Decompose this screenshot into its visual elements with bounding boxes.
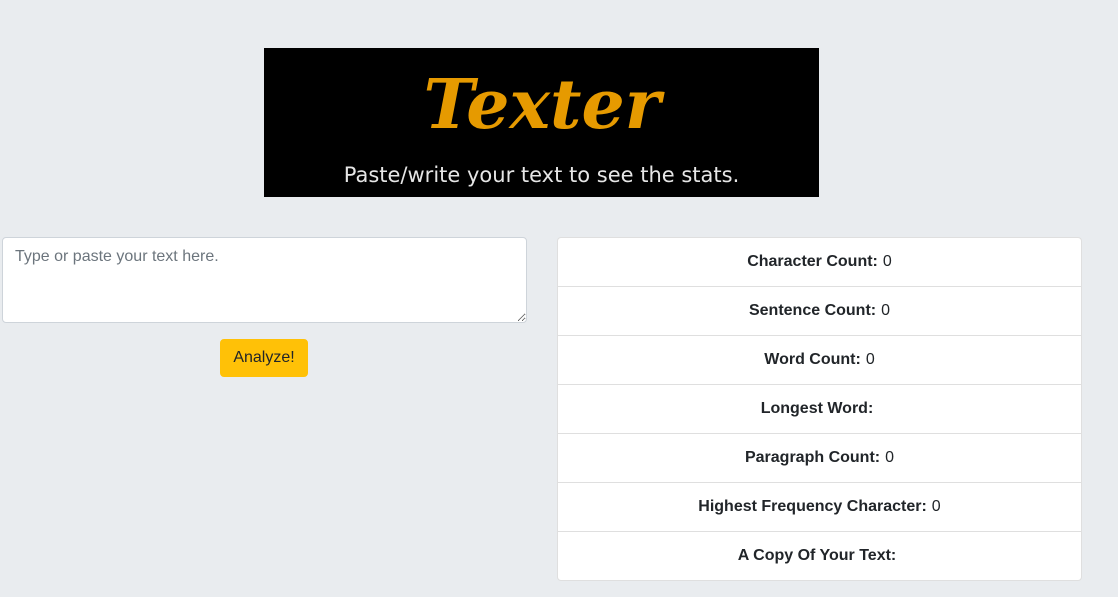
stat-label: Highest Frequency Character:: [698, 498, 927, 515]
stat-highest-frequency-character: Highest Frequency Character: 0: [558, 483, 1081, 532]
stat-label: A Copy Of Your Text:: [737, 547, 897, 564]
stat-value: 0: [931, 498, 941, 515]
stat-label: Word Count:: [764, 351, 861, 368]
stat-sentence-count: Sentence Count: 0: [558, 287, 1081, 336]
text-input[interactable]: [2, 237, 527, 323]
stat-value: 0: [881, 302, 891, 319]
logo: Texter: [264, 48, 819, 156]
logo-image: Texter: [423, 65, 664, 145]
tagline: Paste/write your text to see the stats.: [343, 163, 740, 187]
header-banner: Texter Paste/write your text to see the …: [264, 48, 819, 197]
stat-word-count: Word Count: 0: [558, 336, 1081, 385]
stats-list: Character Count: 0 Sentence Count: 0 Wor…: [557, 237, 1082, 581]
stat-value: 0: [882, 253, 892, 270]
stat-text-copy: A Copy Of Your Text:: [558, 532, 1081, 580]
stat-paragraph-count: Paragraph Count: 0: [558, 434, 1081, 483]
page: Texter Paste/write your text to see the …: [0, 0, 1118, 597]
stat-label: Paragraph Count:: [744, 449, 881, 466]
stat-longest-word: Longest Word:: [558, 385, 1081, 434]
stat-label: Sentence Count:: [748, 302, 877, 319]
stat-value: 0: [865, 351, 875, 368]
logo-text: Texter: [423, 65, 664, 145]
stat-label: Longest Word:: [760, 400, 874, 417]
analyze-button[interactable]: Analyze!: [220, 339, 308, 377]
stat-label: Character Count:: [747, 253, 878, 270]
stat-character-count: Character Count: 0: [558, 238, 1081, 287]
stat-value: 0: [885, 449, 895, 466]
